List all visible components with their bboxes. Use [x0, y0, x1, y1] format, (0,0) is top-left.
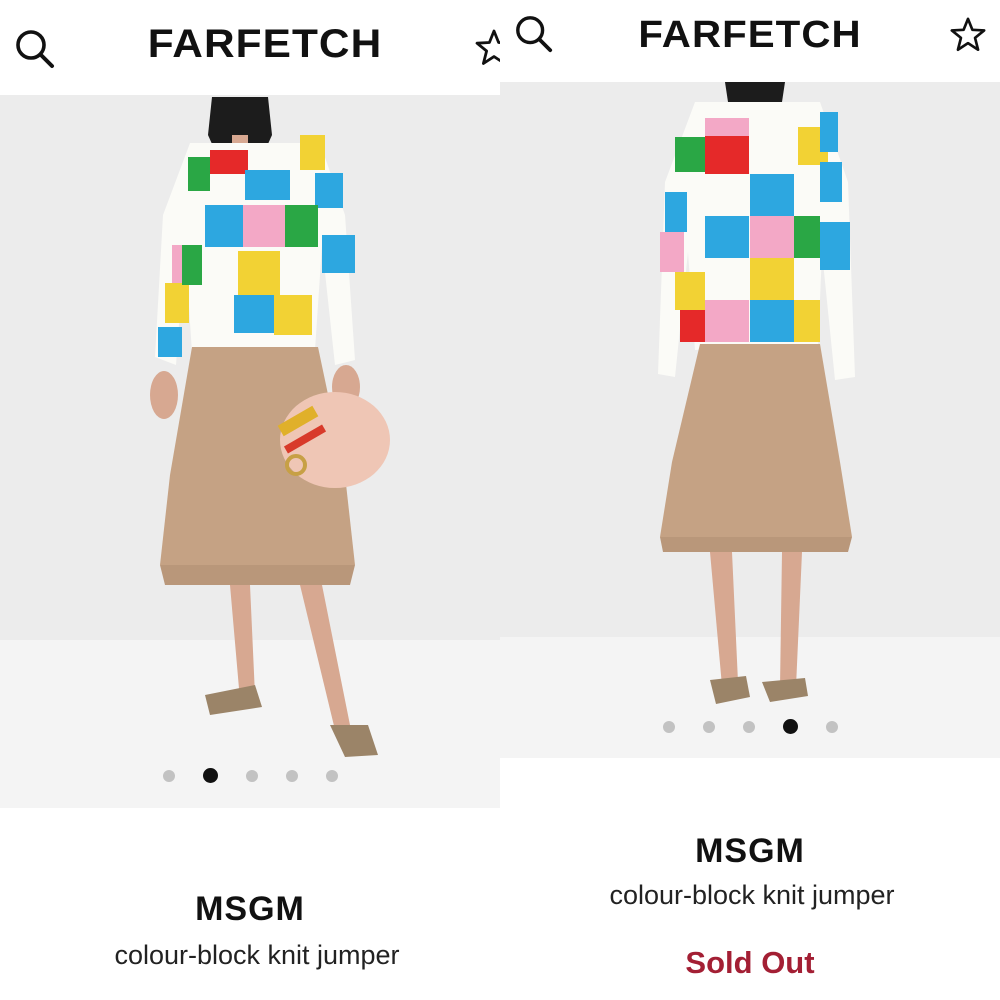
- farfetch-logo[interactable]: FARFETCH: [0, 22, 500, 67]
- sold-out-label: Sold Out: [685, 945, 815, 980]
- carousel-dot-active[interactable]: [782, 719, 798, 734]
- carousel-dots: [0, 768, 500, 783]
- star-outline-icon[interactable]: [474, 28, 500, 68]
- carousel-dot[interactable]: [662, 720, 675, 733]
- product-name: colour-block knit jumper: [609, 880, 895, 910]
- star-outline-icon[interactable]: [949, 16, 987, 54]
- carousel-dot[interactable]: [325, 769, 338, 782]
- app-header: FARFETCH: [500, 0, 1000, 82]
- carousel-dot[interactable]: [742, 720, 755, 733]
- product-screen-right: FARFETCH MSGM colour-block knit jumper S…: [500, 0, 1000, 1000]
- product-brand[interactable]: MSGM: [500, 832, 1000, 871]
- app-header: FARFETCH: [0, 0, 500, 95]
- product-brand[interactable]: MSGM: [0, 890, 500, 929]
- product-name: colour-block knit jumper: [114, 940, 400, 970]
- product-screen-left: FARFETCH MSGM colour-block knit jumper: [0, 0, 500, 1000]
- carousel-dot[interactable]: [285, 769, 298, 782]
- carousel-dot[interactable]: [245, 769, 258, 782]
- carousel-dot[interactable]: [162, 769, 175, 782]
- farfetch-logo[interactable]: FARFETCH: [500, 14, 1000, 57]
- carousel-dots: [500, 719, 1000, 734]
- product-image[interactable]: [0, 95, 500, 808]
- carousel-dot[interactable]: [825, 720, 838, 733]
- carousel-dot-active[interactable]: [202, 768, 218, 783]
- product-image[interactable]: [500, 82, 1000, 758]
- carousel-dot[interactable]: [702, 720, 715, 733]
